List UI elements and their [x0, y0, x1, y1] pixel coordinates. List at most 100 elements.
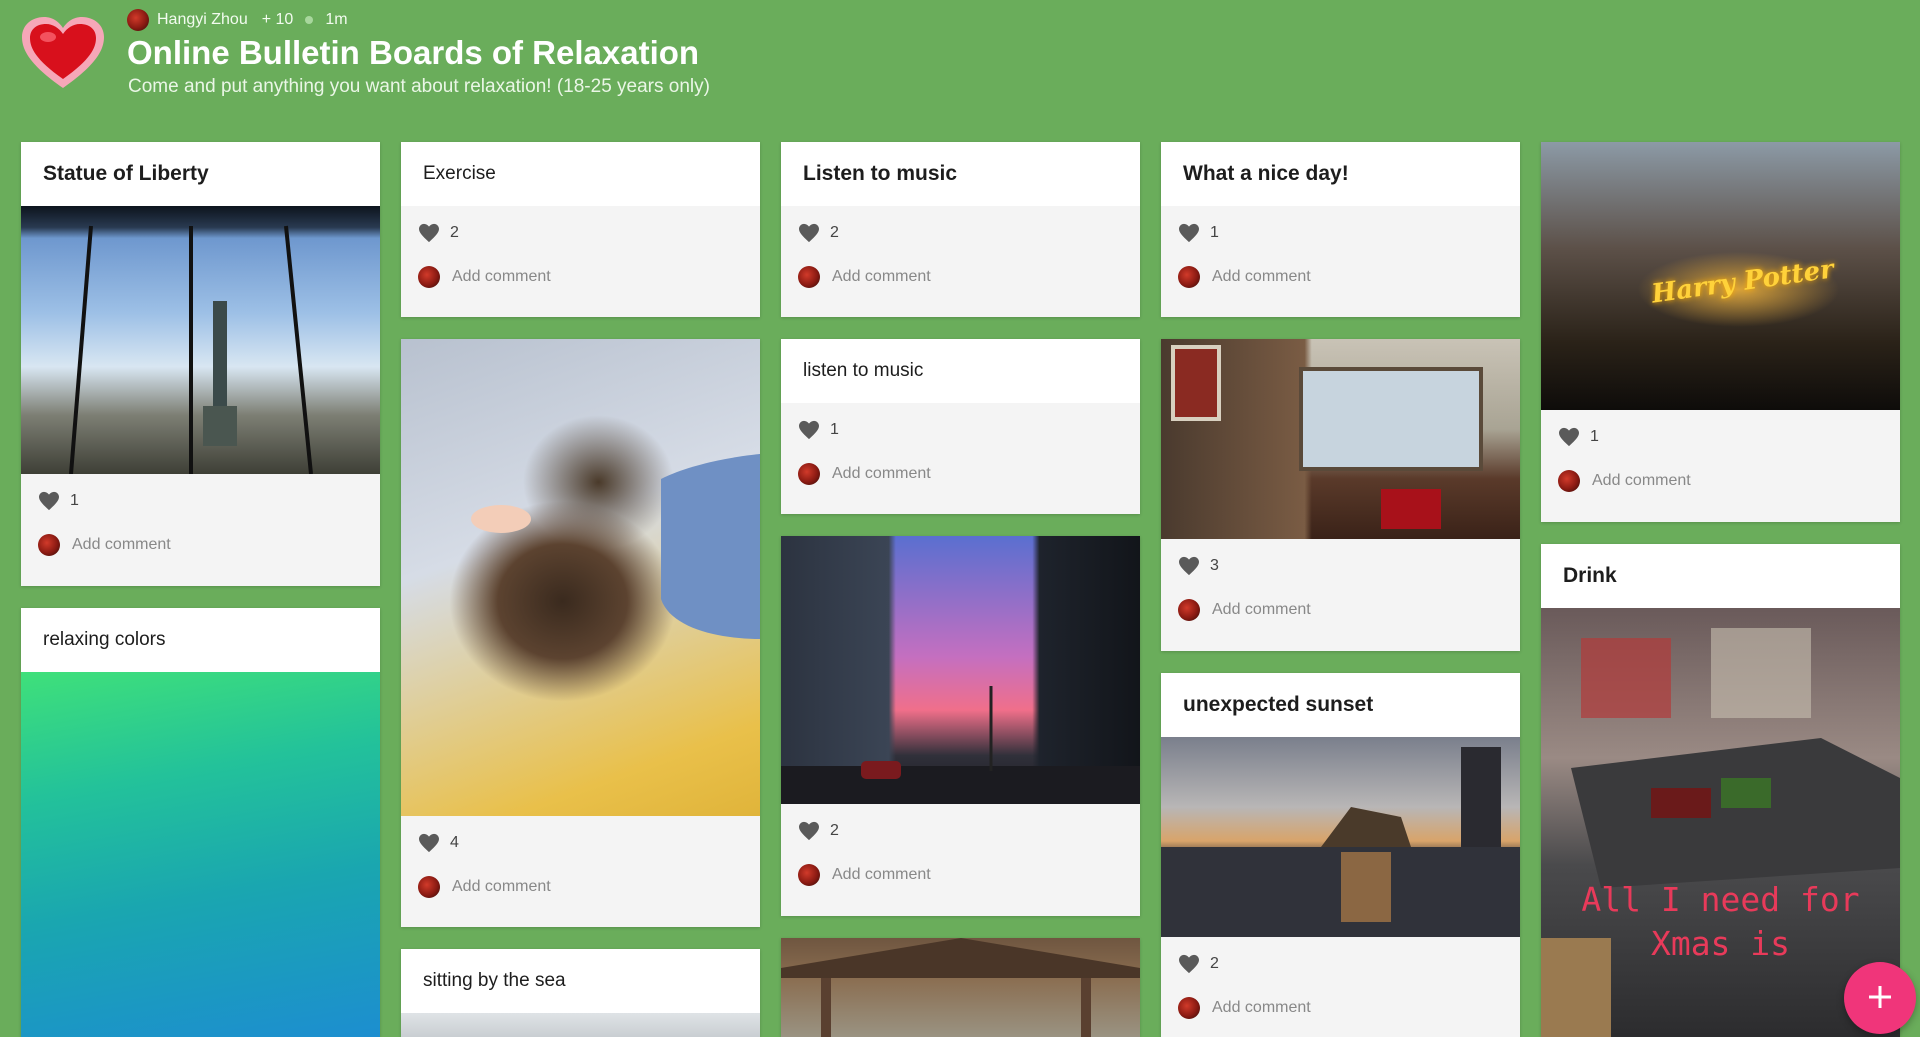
post-likes: 4	[401, 816, 760, 862]
commenter-avatar	[1558, 470, 1580, 492]
like-count: 2	[830, 822, 839, 839]
post-likes: 2	[781, 804, 1140, 850]
add-comment-label: Add comment	[1212, 999, 1311, 1016]
like-count: 4	[450, 834, 459, 851]
post-card[interactable]: listen to music 1 Add comment	[781, 339, 1140, 514]
commenter-avatar	[1178, 997, 1200, 1019]
like-count: 3	[1210, 557, 1219, 574]
board-meta: Hangyi Zhou + 10 1m	[127, 9, 348, 31]
post-title: sitting by the sea	[401, 949, 760, 1013]
post-likes: 2	[401, 206, 760, 252]
post-image[interactable]: Harry Potter	[1541, 142, 1900, 410]
post-card[interactable]: 3 Add comment	[1161, 339, 1520, 651]
add-comment-label: Add comment	[452, 268, 551, 285]
add-comment[interactable]: Add comment	[401, 862, 760, 916]
like-heart-icon[interactable]	[418, 223, 440, 243]
post-card[interactable]: Drink All I need for Xmas is	[1541, 544, 1900, 1037]
post-title: What a nice day!	[1161, 142, 1520, 206]
like-heart-icon[interactable]	[1178, 223, 1200, 243]
post-image[interactable]	[21, 672, 380, 1037]
commenter-avatar	[798, 864, 820, 886]
post-card[interactable]	[781, 938, 1140, 1037]
like-count: 1	[830, 421, 839, 438]
commenter-avatar	[38, 534, 60, 556]
like-heart-icon[interactable]	[1178, 556, 1200, 576]
like-count: 1	[1590, 428, 1599, 445]
commenter-avatar	[798, 463, 820, 485]
image-caption: Harry Potter	[1649, 254, 1836, 310]
add-comment-label: Add comment	[1592, 472, 1691, 489]
like-heart-icon[interactable]	[1558, 427, 1580, 447]
post-title: Drink	[1541, 544, 1900, 608]
add-comment[interactable]: Add comment	[1541, 456, 1900, 510]
post-card[interactable]: sitting by the sea	[401, 949, 760, 1037]
add-comment[interactable]: Add comment	[781, 449, 1140, 503]
like-heart-icon[interactable]	[38, 491, 60, 511]
add-comment[interactable]: Add comment	[1161, 585, 1520, 639]
commenter-avatar	[1178, 266, 1200, 288]
add-comment[interactable]: Add comment	[401, 252, 760, 306]
add-comment-label: Add comment	[1212, 268, 1311, 285]
updated-time: 1m	[325, 11, 348, 28]
like-count: 2	[830, 224, 839, 241]
like-count: 1	[70, 492, 79, 509]
commenter-avatar	[418, 266, 440, 288]
post-likes: 2	[781, 206, 1140, 252]
commenter-avatar	[1178, 599, 1200, 621]
add-comment-label: Add comment	[832, 866, 931, 883]
plus-icon	[1867, 984, 1893, 1013]
post-likes: 2	[1161, 937, 1520, 983]
post-card[interactable]: What a nice day! 1 Add comment	[1161, 142, 1520, 317]
post-likes: 1	[1161, 206, 1520, 252]
post-image[interactable]	[781, 938, 1140, 1037]
board-header: Hangyi Zhou + 10 1m Online Bulletin Boar…	[0, 0, 1920, 135]
like-heart-icon[interactable]	[798, 821, 820, 841]
like-heart-icon[interactable]	[798, 223, 820, 243]
post-card[interactable]: 2 Add comment	[781, 536, 1140, 916]
add-comment[interactable]: Add comment	[21, 520, 380, 574]
post-title: unexpected sunset	[1161, 673, 1520, 737]
post-image[interactable]	[401, 339, 760, 816]
post-title: relaxing colors	[21, 608, 380, 672]
post-card[interactable]: relaxing colors	[21, 608, 380, 1037]
post-title: listen to music	[781, 339, 1140, 403]
author-name[interactable]: Hangyi Zhou	[157, 11, 248, 29]
post-image[interactable]	[401, 1013, 760, 1037]
image-caption-line: Xmas is	[1650, 924, 1791, 963]
post-card[interactable]: Harry Potter 1 Add comment	[1541, 142, 1900, 522]
add-comment[interactable]: Add comment	[781, 252, 1140, 306]
like-count: 2	[1210, 955, 1219, 972]
separator-dot	[305, 16, 314, 24]
like-count: 2	[450, 224, 459, 241]
like-heart-icon[interactable]	[1178, 954, 1200, 974]
add-comment[interactable]: Add comment	[781, 850, 1140, 904]
like-heart-icon[interactable]	[418, 833, 440, 853]
like-count: 1	[1210, 224, 1219, 241]
add-comment-label: Add comment	[832, 268, 931, 285]
board-title: Online Bulletin Boards of Relaxation	[127, 34, 700, 71]
add-comment[interactable]: Add comment	[1161, 983, 1520, 1037]
post-image[interactable]	[781, 536, 1140, 804]
like-heart-icon[interactable]	[798, 420, 820, 440]
post-card[interactable]: Statue of Liberty 1 Add comment	[21, 142, 380, 586]
post-likes: 3	[1161, 539, 1520, 585]
add-comment-label: Add comment	[72, 536, 171, 553]
add-comment-label: Add comment	[832, 465, 931, 482]
post-image[interactable]	[21, 206, 380, 474]
post-card[interactable]: unexpected sunset 2 Add comment	[1161, 673, 1520, 1037]
post-title: Listen to music	[781, 142, 1140, 206]
add-post-button[interactable]	[1844, 962, 1916, 1034]
add-comment-label: Add comment	[452, 878, 551, 895]
post-image[interactable]	[1161, 737, 1520, 937]
post-card[interactable]: Listen to music 2 Add comment	[781, 142, 1140, 317]
author-avatar[interactable]	[127, 9, 149, 31]
post-image[interactable]	[1161, 339, 1520, 539]
add-comment[interactable]: Add comment	[1161, 252, 1520, 306]
post-likes: 1	[1541, 410, 1900, 456]
contributors-count[interactable]: + 10	[262, 11, 294, 29]
post-card[interactable]: Exercise 2 Add comment	[401, 142, 760, 317]
post-card[interactable]: 4 Add comment	[401, 339, 760, 927]
add-comment-label: Add comment	[1212, 601, 1311, 618]
image-caption-line: All I need for	[1581, 880, 1860, 919]
post-image[interactable]: All I need for Xmas is	[1541, 608, 1900, 1037]
